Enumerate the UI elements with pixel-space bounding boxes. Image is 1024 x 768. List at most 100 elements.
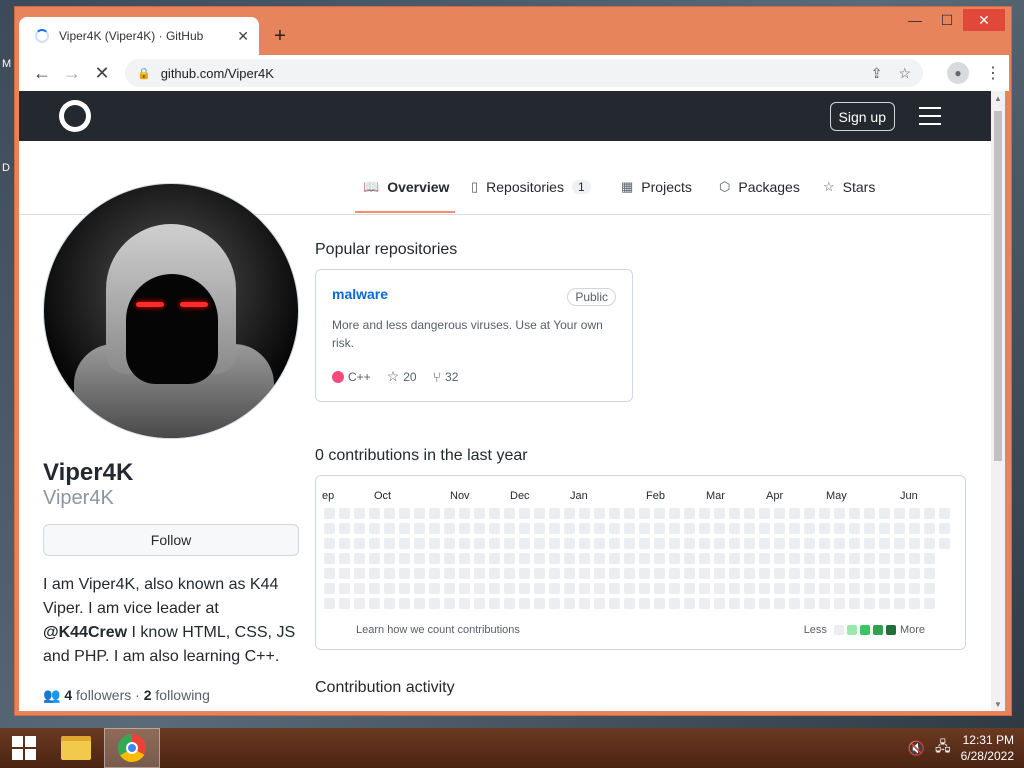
contribution-day[interactable] xyxy=(669,523,680,534)
contribution-day[interactable] xyxy=(669,508,680,519)
contribution-day[interactable] xyxy=(474,583,485,594)
contribution-day[interactable] xyxy=(849,538,860,549)
contribution-day[interactable] xyxy=(714,523,725,534)
contribution-day[interactable] xyxy=(474,553,485,564)
contribution-day[interactable] xyxy=(744,568,755,579)
contribution-day[interactable] xyxy=(609,538,620,549)
contribution-day[interactable] xyxy=(684,523,695,534)
contribution-day[interactable] xyxy=(339,598,350,609)
tab-stars[interactable]: ☆ Stars xyxy=(823,179,875,195)
contribution-day[interactable] xyxy=(339,553,350,564)
contribution-day[interactable] xyxy=(534,538,545,549)
contribution-day[interactable] xyxy=(624,568,635,579)
contribution-day[interactable] xyxy=(639,538,650,549)
contribution-day[interactable] xyxy=(564,598,575,609)
contribution-day[interactable] xyxy=(549,523,560,534)
contribution-day[interactable] xyxy=(519,598,530,609)
contribution-day[interactable] xyxy=(669,583,680,594)
contribution-day[interactable] xyxy=(894,568,905,579)
hamburger-menu-icon[interactable] xyxy=(919,107,941,131)
address-bar[interactable]: 🔒 github.com/Viper4K ⇪ ☆ xyxy=(125,59,923,87)
url-text[interactable]: github.com/Viper4K xyxy=(161,66,855,81)
contribution-day[interactable] xyxy=(909,508,920,519)
contribution-day[interactable] xyxy=(714,568,725,579)
contribution-day[interactable] xyxy=(789,523,800,534)
contribution-day[interactable] xyxy=(849,568,860,579)
contribution-day[interactable] xyxy=(369,508,380,519)
contribution-day[interactable] xyxy=(354,598,365,609)
contribution-day[interactable] xyxy=(879,508,890,519)
contribution-day[interactable] xyxy=(699,553,710,564)
contribution-day[interactable] xyxy=(714,553,725,564)
contribution-day[interactable] xyxy=(519,508,530,519)
profile-avatar-icon[interactable]: ● xyxy=(947,62,969,84)
contribution-day[interactable] xyxy=(894,583,905,594)
contribution-day[interactable] xyxy=(744,583,755,594)
contribution-day[interactable] xyxy=(789,568,800,579)
contribution-day[interactable] xyxy=(909,523,920,534)
speaker-muted-icon[interactable]: 🔇 xyxy=(908,740,925,757)
contribution-day[interactable] xyxy=(444,553,455,564)
contribution-day[interactable] xyxy=(819,598,830,609)
contribution-day[interactable] xyxy=(579,583,590,594)
contribution-day[interactable] xyxy=(384,568,395,579)
contribution-day[interactable] xyxy=(429,508,440,519)
contribution-day[interactable] xyxy=(699,508,710,519)
contribution-day[interactable] xyxy=(459,598,470,609)
contribution-day[interactable] xyxy=(369,583,380,594)
contribution-day[interactable] xyxy=(324,583,335,594)
contribution-day[interactable] xyxy=(339,568,350,579)
contribution-day[interactable] xyxy=(849,508,860,519)
contribution-day[interactable] xyxy=(609,598,620,609)
contribution-day[interactable] xyxy=(879,538,890,549)
contribution-day[interactable] xyxy=(759,598,770,609)
contribution-day[interactable] xyxy=(834,598,845,609)
bio-mention-link[interactable]: @K44Crew xyxy=(43,624,127,641)
contribution-day[interactable] xyxy=(834,568,845,579)
contribution-day[interactable] xyxy=(354,568,365,579)
contribution-day[interactable] xyxy=(399,553,410,564)
contribution-day[interactable] xyxy=(444,583,455,594)
contribution-day[interactable] xyxy=(894,553,905,564)
contribution-day[interactable] xyxy=(924,538,935,549)
contribution-day[interactable] xyxy=(804,538,815,549)
contribution-day[interactable] xyxy=(429,583,440,594)
contribution-day[interactable] xyxy=(774,568,785,579)
contribution-day[interactable] xyxy=(669,598,680,609)
share-icon[interactable]: ⇪ xyxy=(871,65,883,82)
contribution-day[interactable] xyxy=(429,568,440,579)
contribution-day[interactable] xyxy=(939,508,950,519)
contribution-day[interactable] xyxy=(474,598,485,609)
contribution-day[interactable] xyxy=(759,538,770,549)
contribution-day[interactable] xyxy=(324,538,335,549)
contribution-day[interactable] xyxy=(819,583,830,594)
contribution-day[interactable] xyxy=(414,598,425,609)
contribution-day[interactable] xyxy=(489,568,500,579)
network-icon[interactable]: 🖧 xyxy=(935,736,951,760)
contribution-day[interactable] xyxy=(579,598,590,609)
contribution-day[interactable] xyxy=(714,583,725,594)
contribution-day[interactable] xyxy=(939,538,950,549)
contribution-day[interactable] xyxy=(459,508,470,519)
contribution-day[interactable] xyxy=(579,523,590,534)
contribution-day[interactable] xyxy=(654,523,665,534)
contribution-day[interactable] xyxy=(399,583,410,594)
clock[interactable]: 12:31 PM 6/28/2022 xyxy=(961,732,1014,764)
contribution-day[interactable] xyxy=(369,523,380,534)
contribution-day[interactable] xyxy=(549,508,560,519)
tab-overview[interactable]: 📖 Overview xyxy=(363,179,449,195)
contribution-day[interactable] xyxy=(864,553,875,564)
contribution-day[interactable] xyxy=(489,538,500,549)
contribution-day[interactable] xyxy=(564,508,575,519)
contribution-day[interactable] xyxy=(369,598,380,609)
scroll-up-icon[interactable]: ▲ xyxy=(991,91,1005,105)
contribution-day[interactable] xyxy=(879,523,890,534)
contribution-day[interactable] xyxy=(609,508,620,519)
scroll-thumb[interactable] xyxy=(994,111,1002,461)
contribution-day[interactable] xyxy=(819,553,830,564)
contribution-day[interactable] xyxy=(894,523,905,534)
repo-forks[interactable]: ⑂ 32 xyxy=(433,369,459,385)
browser-tab[interactable]: Viper4K (Viper4K) · GitHub ✕ xyxy=(19,17,259,55)
tab-repositories[interactable]: ▯ Repositories 1 xyxy=(471,179,591,195)
contribution-day[interactable] xyxy=(534,568,545,579)
